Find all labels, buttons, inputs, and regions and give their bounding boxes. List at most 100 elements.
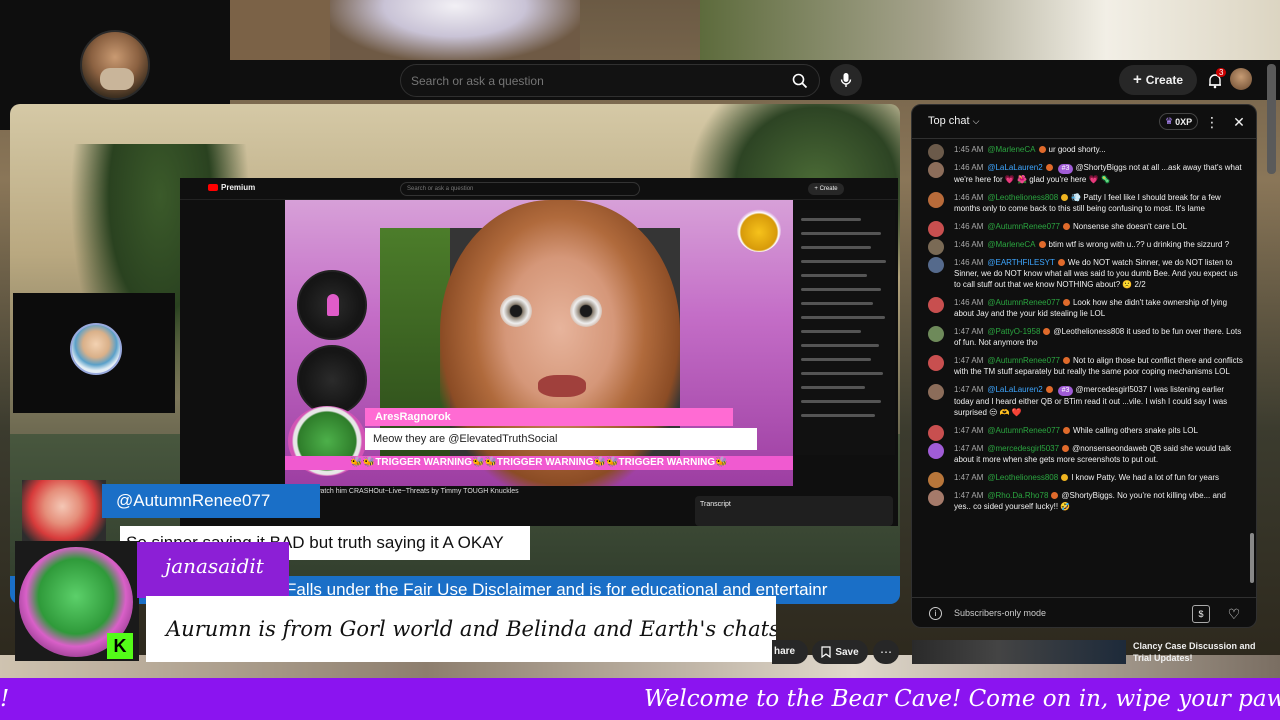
share-button[interactable]: hare	[772, 640, 808, 664]
chat-author-name[interactable]: @AutumnRenee077	[987, 426, 1060, 435]
like-button[interactable]: ♡	[1224, 604, 1244, 624]
chat-author-name[interactable]: @AutumnRenee077	[987, 222, 1060, 231]
chat-message[interactable]: 1:47 AM @AutumnRenee077 Not to align those…	[912, 354, 1256, 377]
microphone-icon	[840, 73, 852, 87]
create-button[interactable]: + Create	[1119, 65, 1197, 95]
chat-author-name[interactable]: @MarleneCA	[987, 240, 1035, 249]
welcome-ticker: ! Welcome to the Bear Cave! Come on in, …	[0, 678, 1280, 720]
search-input[interactable]	[401, 73, 783, 88]
captured-chat-line	[801, 288, 881, 291]
member-badge-icon	[1061, 474, 1069, 481]
chat-author-avatar[interactable]	[928, 257, 944, 273]
search-icon	[792, 73, 808, 88]
transcript-label: Transcript	[700, 501, 731, 508]
captured-chat-line	[801, 414, 875, 417]
member-badge-icon	[1062, 427, 1070, 434]
chat-author-name[interactable]: @LaLaLauren2	[987, 163, 1042, 172]
super-chat-button[interactable]: $	[1192, 605, 1210, 623]
trigger-warning-banner: 🐝🐝TRIGGER WARNING🐝🐝TRIGGER WARNING🐝🐝TRIG…	[285, 456, 793, 470]
chat-author-avatar[interactable]	[928, 443, 944, 459]
chat-scrollbar[interactable]	[1250, 533, 1254, 583]
chat-author-name[interactable]: @Leothelioness808	[987, 193, 1058, 202]
xp-badge[interactable]: ♛ 0XP	[1159, 113, 1199, 130]
doll-mouth	[538, 375, 586, 397]
search-box[interactable]	[400, 64, 820, 97]
captured-chat-line	[801, 344, 879, 347]
chat-author-name[interactable]: @AutumnRenee077	[987, 298, 1060, 307]
recommended-video-title[interactable]: Clancy Case Discussion and Trial Updates…	[1133, 640, 1263, 664]
chat-author-avatar[interactable]	[928, 326, 944, 342]
chat-author-avatar[interactable]	[928, 221, 944, 237]
chat-author-name[interactable]: @LaLaLauren2	[987, 385, 1042, 394]
chat-message[interactable]: 1:46 AM @AutumnRenee077 Look how she didn'…	[912, 296, 1256, 319]
chat-author-name[interactable]: @Rho.Da.Rho78	[987, 491, 1048, 500]
ticker-fragment: !	[0, 686, 10, 712]
member-badge-icon	[1062, 299, 1070, 306]
chat-author-avatar[interactable]	[928, 297, 944, 313]
chat-author-name[interactable]: @MarleneCA	[987, 145, 1035, 154]
chat-message[interactable]: 1:47 AM @AutumnRenee077 While calling othe…	[912, 424, 1256, 441]
chat-author-avatar[interactable]	[928, 144, 944, 160]
captured-chat-line	[801, 330, 861, 333]
chat-message[interactable]: 1:47 AM @Leothelioness808 I know Patty. We…	[912, 471, 1256, 488]
chat-message[interactable]: 1:45 AM @MarleneCA ur good shorty...	[912, 143, 1256, 160]
alert-message: Meow they are @ElevatedTruthSocial	[365, 428, 757, 450]
chat-message[interactable]: 1:46 AM @LaLaLauren2 #3 @ShortyBiggs not at…	[912, 161, 1256, 185]
chat-mode-dropdown[interactable]: Top chat ⌵	[928, 115, 979, 127]
chat-timestamp: 1:46 AM	[954, 163, 984, 172]
captured-chat-line	[801, 260, 886, 263]
chat-message[interactable]: 1:47 AM @mercedesgirl5037 @nonsenseondaweb…	[912, 442, 1256, 465]
notifications-button[interactable]: 3	[1200, 66, 1230, 96]
ticker-text: Welcome to the Bear Cave! Come on in, wi…	[644, 686, 1280, 712]
chat-menu-button[interactable]: ⋮	[1204, 113, 1220, 131]
chat-message[interactable]: 1:47 AM @Rho.Da.Rho78 @ShortyBiggs. No you…	[912, 489, 1256, 512]
chat-author-avatar[interactable]	[928, 162, 944, 178]
chat-author-avatar[interactable]	[928, 239, 944, 255]
chat-message[interactable]: 1:47 AM @PattyO-1958 @Leothelioness808 it …	[912, 325, 1256, 348]
member-badge-icon	[1062, 223, 1070, 230]
chat-message[interactable]: 1:46 AM @MarleneCA btim wtf is wrong with …	[912, 238, 1256, 255]
account-avatar[interactable]	[1230, 68, 1252, 90]
chat-author-avatar[interactable]	[928, 425, 944, 441]
voice-search-button[interactable]	[830, 64, 862, 96]
chat-author-avatar[interactable]	[928, 384, 944, 400]
kebab-icon: ⋮	[1205, 114, 1219, 130]
notification-count-badge: 3	[1216, 68, 1227, 77]
member-tier-badge: #3	[1057, 386, 1074, 396]
page-scrollbar[interactable]	[1267, 64, 1276, 174]
bear-avatar	[80, 30, 150, 100]
chat-message[interactable]: 1:46 AM @EARTHFILESYT We do NOT watch Sinn…	[912, 256, 1256, 290]
chat-author-name[interactable]: @AutumnRenee077	[987, 356, 1060, 365]
search-button[interactable]	[783, 66, 817, 95]
chat-timestamp: 1:45 AM	[954, 145, 984, 154]
chat-author-name[interactable]: @Leothelioness808	[987, 473, 1058, 482]
chat-timestamp: 1:46 AM	[954, 222, 984, 231]
chat-message-text: ur good shorty...	[1048, 145, 1106, 154]
chat-header: Top chat ⌵ ♛ 0XP ⋮ ✕	[912, 105, 1256, 139]
chat-message-list[interactable]: 1:45 AM @MarleneCA ur good shorty... 1:46 A…	[912, 143, 1256, 593]
chat-message[interactable]: 1:46 AM @AutumnRenee077 Nonsense she doesn…	[912, 220, 1256, 237]
captured-chat-line	[801, 386, 865, 389]
highlight-avatar-box: K	[15, 541, 139, 661]
chat-author-avatar[interactable]	[928, 472, 944, 488]
more-actions-button[interactable]: ⋯	[873, 640, 899, 664]
chat-message-text: While calling others snake pits LOL	[1072, 426, 1198, 435]
chat-message-text: btim wtf is wrong with u..?? u drinking …	[1048, 240, 1230, 249]
member-badge-icon	[1062, 445, 1070, 452]
doll-eye	[500, 295, 532, 327]
chat-timestamp: 1:46 AM	[954, 298, 984, 307]
chat-author-name[interactable]: @mercedesgirl5037	[987, 444, 1059, 453]
recommended-video-thumbnail[interactable]	[912, 640, 1126, 664]
captured-youtube-logo: Premium	[208, 183, 255, 192]
chat-author-avatar[interactable]	[928, 355, 944, 371]
chat-author-name[interactable]: @PattyO-1958	[987, 327, 1040, 336]
member-badge-icon	[1038, 241, 1046, 248]
chat-close-button[interactable]: ✕	[1230, 113, 1248, 131]
chat-author-avatar[interactable]	[928, 490, 944, 506]
chat-author-name[interactable]: @EARTHFILESYT	[987, 258, 1055, 267]
chat-message[interactable]: 1:47 AM @LaLaLauren2 #3 @mercedesgirl5037 I…	[912, 383, 1256, 418]
captured-video-title: DATOR &watch him CRASHOut~Live~Threats b…	[285, 488, 519, 495]
chat-author-avatar[interactable]	[928, 192, 944, 208]
chat-message[interactable]: 1:46 AM @Leothelioness808 💨 Patty I feel l…	[912, 191, 1256, 214]
save-button[interactable]: Save	[812, 640, 868, 664]
